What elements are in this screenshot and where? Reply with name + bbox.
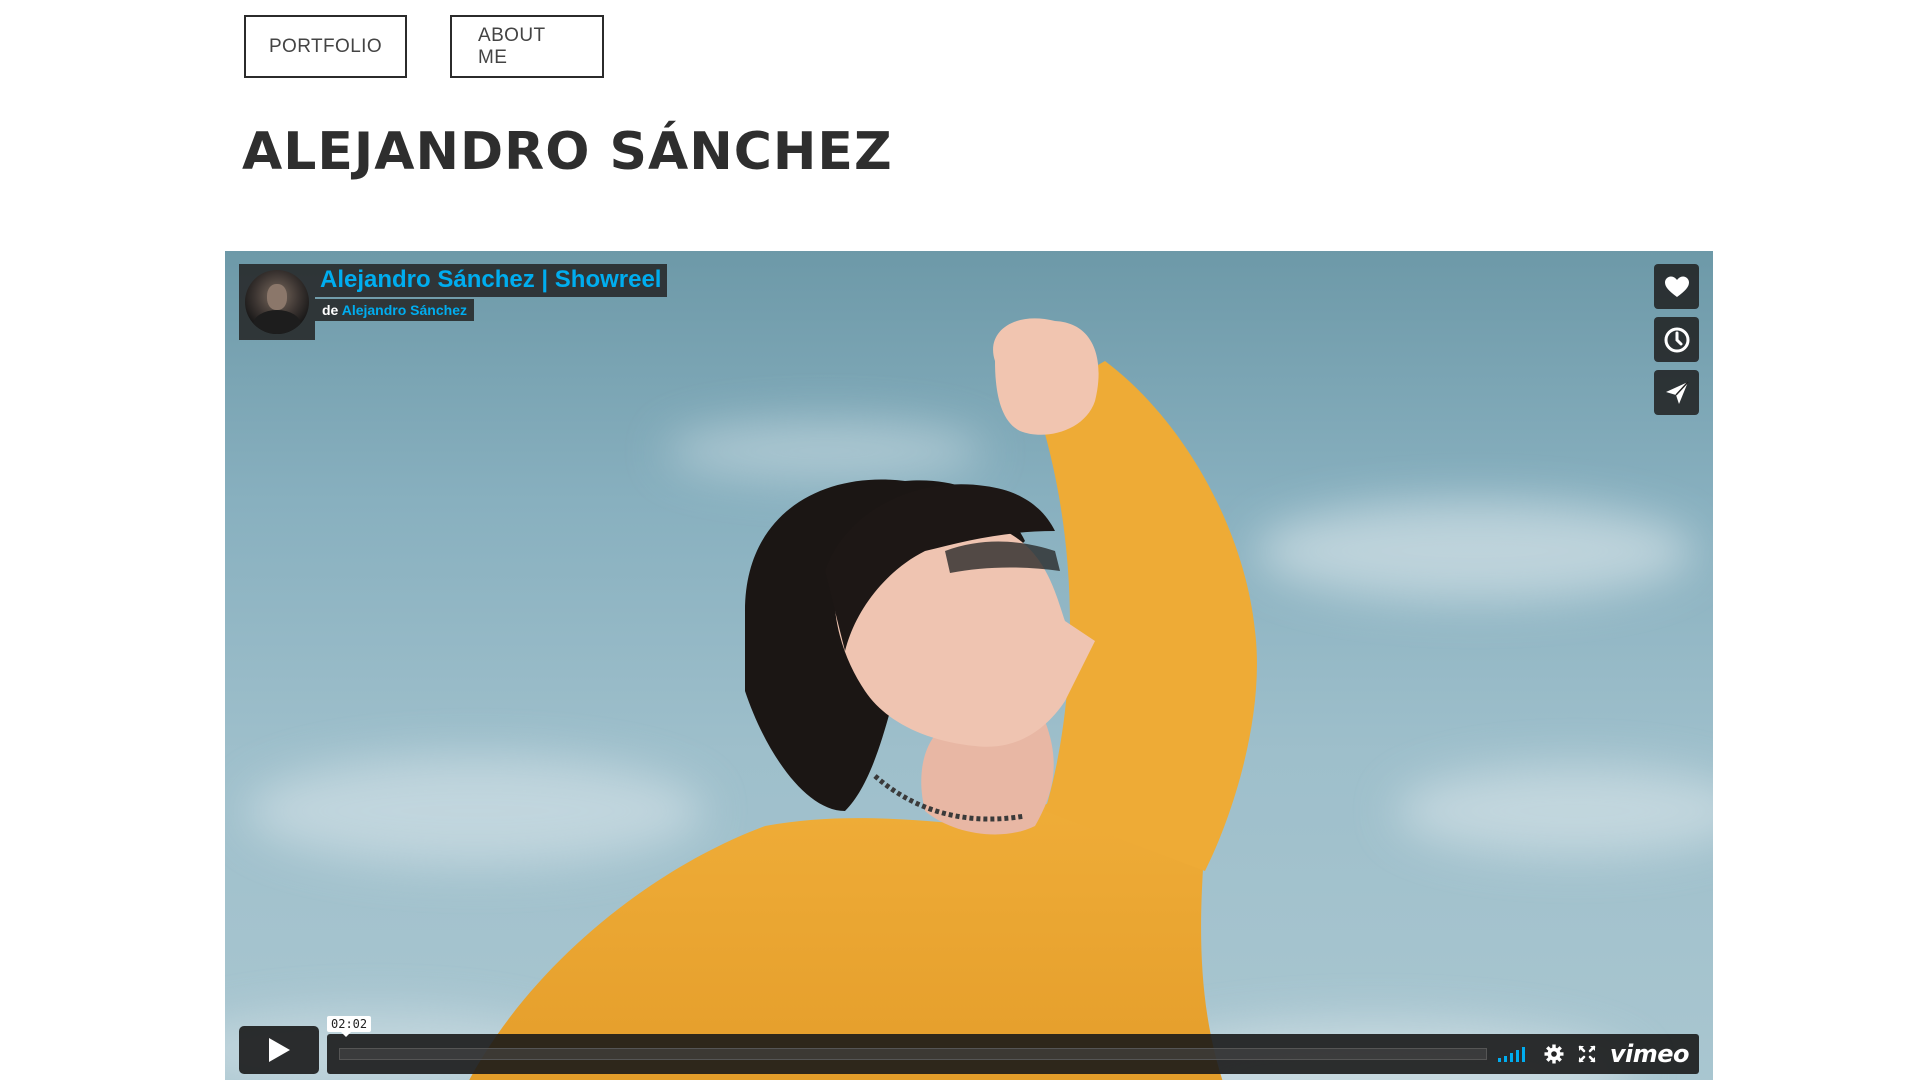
video-header: Alejandro Sánchez | Showreel de Alejandr…	[239, 264, 668, 340]
video-frame	[225, 318, 1713, 1080]
byline-prefix: de	[322, 302, 339, 318]
author-avatar[interactable]	[239, 264, 315, 340]
volume-icon	[1497, 1047, 1525, 1062]
video-title-link[interactable]: Alejandro Sánchez | Showreel	[315, 264, 668, 297]
share-button[interactable]	[1654, 370, 1699, 415]
avatar-face	[267, 284, 287, 310]
avatar-body	[253, 310, 301, 334]
video-titles: Alejandro Sánchez | Showreel de Alejandr…	[315, 264, 668, 340]
portfolio-button[interactable]: PORTFOLIO	[244, 15, 407, 78]
clock-icon	[1664, 327, 1689, 352]
page-title: ALEJANDRO SÁNCHEZ	[242, 122, 893, 182]
gear-icon	[1544, 1044, 1564, 1064]
author-link[interactable]: Alejandro Sánchez	[342, 302, 467, 318]
page: PORTFOLIO ABOUT ME ALEJANDRO SÁNCHEZ Ale…	[0, 0, 1920, 1080]
avatar	[245, 270, 309, 334]
settings-button[interactable]	[1544, 1044, 1564, 1064]
fullscreen-icon	[1578, 1045, 1596, 1063]
watch-later-button[interactable]	[1654, 317, 1699, 362]
vimeo-logo[interactable]: vimeo	[1610, 1040, 1690, 1068]
side-actions	[1654, 264, 1699, 415]
fullscreen-button[interactable]	[1578, 1045, 1596, 1063]
player-controls: 02:02 vimeo	[239, 1016, 1699, 1074]
heart-icon	[1664, 276, 1689, 297]
progress-bar[interactable]	[339, 1048, 1487, 1060]
play-icon	[269, 1038, 290, 1062]
duration-tooltip: 02:02	[327, 1016, 372, 1037]
like-button[interactable]	[1654, 264, 1699, 309]
play-button[interactable]	[239, 1026, 319, 1074]
about-me-button[interactable]: ABOUT ME	[450, 15, 604, 78]
control-bar: 02:02 vimeo	[327, 1016, 1699, 1074]
control-icons: vimeo	[1497, 1034, 1690, 1074]
volume-button[interactable]	[1497, 1046, 1530, 1062]
top-nav: PORTFOLIO ABOUT ME	[244, 15, 604, 78]
send-icon	[1665, 380, 1689, 404]
video-player[interactable]: Alejandro Sánchez | Showreel de Alejandr…	[225, 251, 1713, 1080]
video-byline: de Alejandro Sánchez	[315, 299, 474, 321]
